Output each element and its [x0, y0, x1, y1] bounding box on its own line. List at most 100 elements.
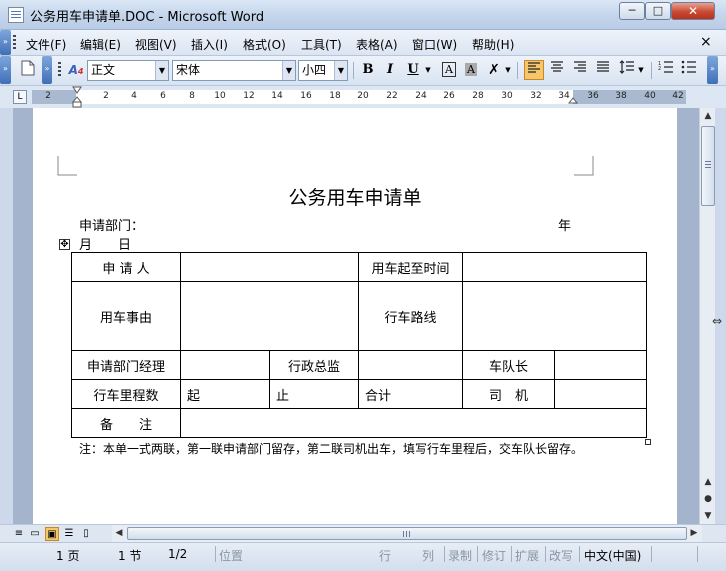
- menu-file[interactable]: 文件(F): [26, 36, 66, 53]
- menu-edit[interactable]: 编辑(E): [80, 36, 121, 53]
- menubar-grip[interactable]: [13, 35, 16, 51]
- status-ext[interactable]: 扩展: [515, 547, 539, 564]
- bold-icon[interactable]: B: [358, 60, 378, 80]
- font-size-combo[interactable]: 小四 ▼: [298, 60, 348, 81]
- toolbar-chevron-icon[interactable]: »: [0, 56, 11, 84]
- status-language[interactable]: 中文(中国): [584, 547, 641, 564]
- scroll-up-icon[interactable]: ▲: [700, 108, 716, 124]
- chevron-down-icon[interactable]: ▼: [155, 61, 168, 80]
- route-value-cell[interactable]: [462, 281, 647, 351]
- first-line-indent-marker[interactable]: [72, 86, 82, 108]
- reason-value-cell[interactable]: [180, 281, 359, 351]
- status-trk[interactable]: 修订: [482, 547, 506, 564]
- applicant-value-cell[interactable]: [180, 252, 359, 282]
- bullets-icon[interactable]: [679, 60, 699, 80]
- status-separator: [545, 546, 546, 562]
- ruler-tick: 14: [271, 91, 283, 101]
- table-resize-handle[interactable]: [645, 439, 651, 445]
- chevron-down-icon[interactable]: ▼: [334, 61, 347, 80]
- toolbar-options-icon[interactable]: »: [707, 56, 718, 84]
- table-cell: 用车事由: [71, 281, 181, 351]
- align-right-icon[interactable]: [570, 60, 590, 80]
- right-indent-marker[interactable]: [568, 94, 578, 104]
- normal-view-icon[interactable]: ≡: [12, 527, 26, 541]
- menu-help[interactable]: 帮助(H): [472, 36, 514, 53]
- status-ovr[interactable]: 改写: [549, 547, 573, 564]
- date-label: 月 日: [79, 238, 132, 253]
- ruler-tick: 16: [300, 91, 312, 101]
- table-move-handle-icon[interactable]: ✥: [59, 239, 70, 250]
- horizontal-ruler[interactable]: 2 2 4 6 8 10 12 14 16 18 20 22 24 26 28 …: [32, 86, 686, 108]
- numbering-icon[interactable]: 12: [656, 60, 676, 80]
- table-cell[interactable]: 止: [269, 379, 359, 409]
- char-shading-icon[interactable]: A: [461, 60, 481, 80]
- underline-icon[interactable]: U: [403, 60, 423, 80]
- time-range-value-cell[interactable]: [462, 252, 647, 282]
- reading-view-icon[interactable]: ▯: [79, 527, 93, 541]
- tab-selector-icon[interactable]: L: [13, 90, 27, 104]
- document-page[interactable]: 公务用车申请单 申请部门： 年 月 日 ✥ 申 请 人 用车起至时间 用车事由 …: [33, 108, 677, 524]
- styles-icon[interactable]: A4: [66, 60, 86, 80]
- scroll-right-icon[interactable]: ▶: [687, 525, 701, 542]
- ruler-tick: 12: [243, 91, 255, 101]
- center-icon[interactable]: [547, 60, 567, 80]
- table-cell[interactable]: 起: [180, 379, 270, 409]
- remarks-value-cell[interactable]: [180, 408, 647, 438]
- align-left-icon[interactable]: [524, 60, 544, 80]
- ruler-row: L 2 2 4 6 8 10 12 14 16 18 20 22 24 26 2…: [0, 86, 726, 108]
- menu-table[interactable]: 表格(A): [356, 36, 398, 53]
- ruler-tick: 40: [644, 91, 656, 101]
- admin-director-value-cell[interactable]: [358, 350, 463, 380]
- table-row: 行车里程数 起 止 合计 司 机: [71, 379, 647, 409]
- status-separator: [697, 546, 698, 562]
- menu-insert[interactable]: 插入(I): [191, 36, 228, 53]
- style-combo[interactable]: 正文 ▼: [87, 60, 169, 81]
- chevron-down-icon[interactable]: ▼: [503, 60, 513, 80]
- line-spacing-icon[interactable]: [617, 60, 637, 80]
- menu-window[interactable]: 窗口(W): [412, 36, 457, 53]
- toolbar-chevron-icon[interactable]: »: [42, 56, 52, 84]
- title-bar: 公务用车申请单.DOC - Microsoft Word ─ □ ✕: [0, 0, 726, 30]
- dept-manager-value-cell[interactable]: [180, 350, 270, 380]
- italic-icon[interactable]: I: [380, 60, 400, 80]
- close-document-icon[interactable]: ×: [700, 34, 712, 50]
- close-button[interactable]: ✕: [671, 2, 715, 20]
- driver-value-cell[interactable]: [554, 379, 647, 409]
- previous-page-icon[interactable]: ▲: [700, 474, 716, 490]
- chevron-down-icon[interactable]: ▼: [423, 60, 433, 80]
- menu-format[interactable]: 格式(O): [243, 36, 286, 53]
- browse-object-icon[interactable]: ●: [700, 491, 716, 507]
- fleet-leader-value-cell[interactable]: [554, 350, 647, 380]
- table-row: 申 请 人 用车起至时间: [71, 252, 647, 282]
- horizontal-scroll-thumb[interactable]: [127, 527, 687, 540]
- new-doc-icon[interactable]: [18, 60, 38, 80]
- next-page-icon[interactable]: ▼: [700, 508, 716, 524]
- web-view-icon[interactable]: ▭: [28, 527, 42, 541]
- chevron-down-icon[interactable]: ▼: [282, 61, 295, 80]
- ruler-tick: 38: [615, 91, 627, 101]
- char-border-icon[interactable]: A: [439, 60, 459, 80]
- maximize-button[interactable]: □: [645, 2, 671, 20]
- word-doc-icon[interactable]: [8, 7, 24, 23]
- split-handle-icon[interactable]: ⇔: [712, 314, 722, 328]
- table-cell[interactable]: 合计: [358, 379, 463, 409]
- chevron-down-icon[interactable]: ▼: [636, 60, 646, 80]
- font-combo[interactable]: 宋体 ▼: [172, 60, 296, 81]
- toolbar-grip[interactable]: [58, 62, 61, 78]
- table-cell: 备 注: [71, 408, 181, 438]
- minimize-button[interactable]: ─: [619, 2, 645, 20]
- footnote-text: 注：本单一式两联，第一联申请部门留存，第二联司机出车，填写行车里程后，交车队长留…: [79, 442, 584, 456]
- menu-tools[interactable]: 工具(T): [301, 36, 342, 53]
- justify-icon[interactable]: [593, 60, 613, 80]
- outline-view-icon[interactable]: ☰: [62, 527, 76, 541]
- highlight-icon[interactable]: ✗: [484, 60, 504, 80]
- table-cell: 行政总监: [269, 350, 359, 380]
- print-view-icon[interactable]: ▣: [45, 527, 59, 541]
- status-rec[interactable]: 录制: [448, 547, 472, 564]
- ruler-tick: 26: [443, 91, 455, 101]
- menu-view[interactable]: 视图(V): [135, 36, 177, 53]
- menubar-chevron-icon[interactable]: »: [0, 30, 11, 55]
- vertical-scroll-thumb[interactable]: [701, 126, 715, 206]
- horizontal-scrollbar[interactable]: ◀ ▶: [112, 525, 702, 542]
- scroll-left-icon[interactable]: ◀: [112, 525, 126, 542]
